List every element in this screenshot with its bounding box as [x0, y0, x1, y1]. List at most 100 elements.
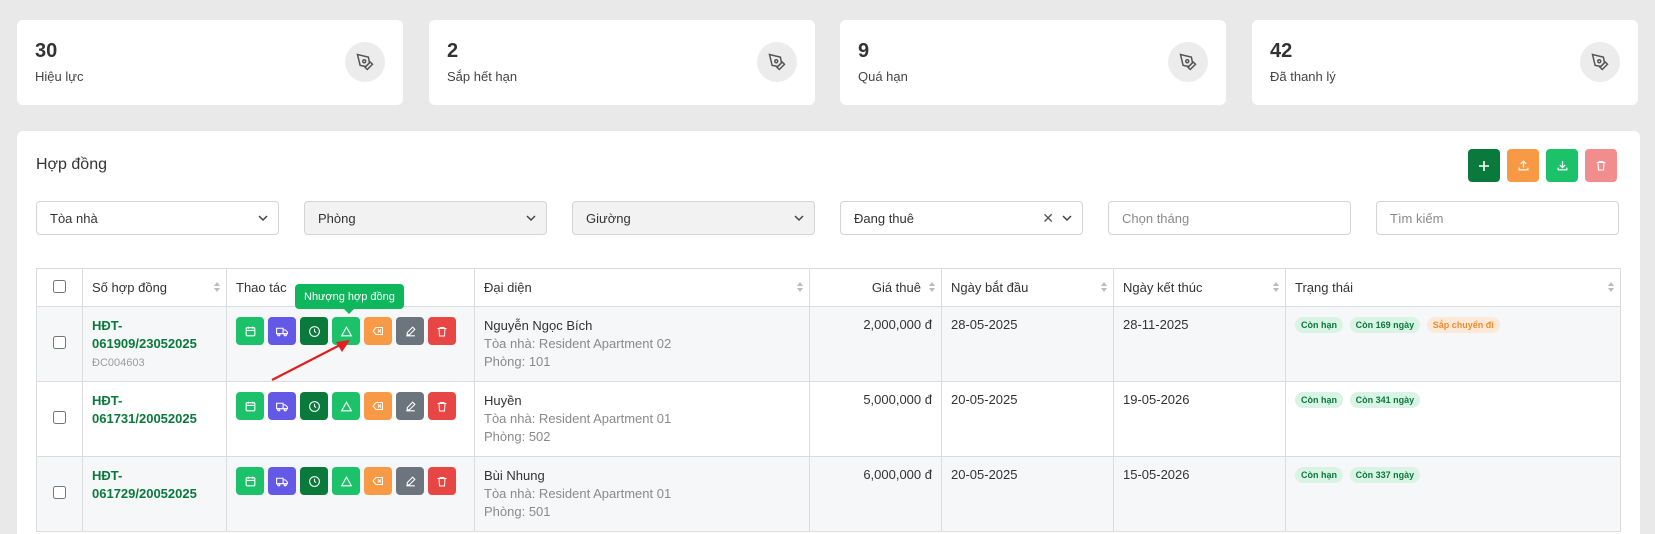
- contract-number-link[interactable]: HĐT-061729/20052025: [92, 467, 217, 503]
- add-contract-button[interactable]: [1468, 149, 1500, 182]
- status-badge: Còn hạn: [1295, 467, 1343, 483]
- actions-cell: [226, 456, 475, 532]
- status-cell: Còn hạn Còn 169 ngày Sắp chuyển đi: [1285, 306, 1621, 382]
- rep-building: Tòa nhà: Resident Apartment 02: [484, 336, 672, 351]
- column-header-end-date[interactable]: Ngày kết thúc: [1113, 268, 1286, 307]
- search-input[interactable]: [1390, 210, 1605, 226]
- row-checkbox[interactable]: [53, 486, 66, 499]
- select-all-cell: [36, 268, 83, 307]
- trash-icon: [437, 476, 447, 486]
- rep-room: Phòng: 101: [484, 354, 551, 369]
- status-badge: Còn hạn: [1295, 317, 1343, 333]
- schedule-button[interactable]: [236, 467, 264, 495]
- bed-select[interactable]: Giường: [572, 201, 815, 235]
- stat-label: Sắp hết hạn: [447, 69, 518, 84]
- column-header-label: Đại diện: [484, 280, 532, 295]
- calendar-icon: [245, 476, 255, 486]
- backspace-icon: [372, 402, 383, 410]
- transfer-contract-button[interactable]: [332, 392, 360, 420]
- column-header-status[interactable]: Trạng thái: [1285, 268, 1621, 307]
- month-input[interactable]: [1122, 210, 1337, 226]
- price-cell: 6,000,000 đ: [809, 456, 942, 532]
- room-select-value: Phòng: [318, 210, 356, 226]
- month-picker[interactable]: [1108, 201, 1351, 235]
- transfer-contract-button[interactable]: [332, 467, 360, 495]
- chevron-down-icon: [794, 215, 804, 222]
- days-left-badge: Còn 169 ngày: [1349, 317, 1421, 333]
- contract-number-link[interactable]: HĐT-061731/20052025: [92, 392, 217, 428]
- backspace-icon: [372, 477, 383, 485]
- sort-icon: [1101, 282, 1107, 292]
- bed-select-value: Giường: [586, 210, 631, 226]
- edit-button[interactable]: [396, 317, 424, 345]
- column-header-label: Số hợp đồng: [92, 280, 168, 295]
- page-title: Hợp đồng: [36, 156, 107, 173]
- column-header-representative[interactable]: Đại diện: [474, 268, 810, 307]
- delete-button[interactable]: [428, 392, 456, 420]
- sort-icon: [1273, 282, 1279, 292]
- extend-button[interactable]: [300, 392, 328, 420]
- status-select[interactable]: Đang thuê ✕: [840, 201, 1083, 235]
- table-row: HĐT-061731/20052025 Huyền Tòa nhà: Resid…: [36, 381, 1621, 457]
- column-header-contract-no[interactable]: Số hợp đồng: [82, 268, 227, 307]
- triangle-icon: [340, 475, 352, 486]
- table-header-row: Số hợp đồng Thao tác Đại diện Giá thuê N…: [36, 268, 1621, 307]
- actions-cell: [226, 381, 475, 457]
- price-cell: 2,000,000 đ: [809, 306, 942, 382]
- table-row: HĐT-061729/20052025 Bùi Nhung Tòa nhà: R…: [36, 456, 1621, 532]
- row-checkbox[interactable]: [53, 411, 66, 424]
- select-all-checkbox[interactable]: [53, 279, 66, 293]
- truck-icon: [276, 477, 288, 486]
- stat-label: Quá hạn: [858, 69, 908, 84]
- representative-cell: Nguyễn Ngọc Bích Tòa nhà: Resident Apart…: [474, 306, 810, 382]
- liquidate-button[interactable]: [364, 392, 392, 420]
- liquidate-button[interactable]: [364, 317, 392, 345]
- clear-icon[interactable]: ✕: [1042, 210, 1054, 227]
- contract-number-link[interactable]: HĐT-061909/23052025: [92, 317, 217, 353]
- clock-icon: [308, 400, 320, 412]
- backspace-icon: [372, 327, 383, 335]
- edit-icon: [405, 325, 416, 336]
- row-checkbox[interactable]: [53, 336, 66, 349]
- upload-button[interactable]: [1507, 149, 1539, 182]
- search-box[interactable]: [1376, 201, 1619, 235]
- stat-label: Hiệu lực: [35, 69, 84, 84]
- sort-icon: [214, 282, 220, 292]
- bulk-delete-button[interactable]: [1585, 149, 1617, 182]
- rep-building: Tòa nhà: Resident Apartment 01: [484, 411, 672, 426]
- stat-value: 2: [447, 40, 459, 62]
- contract-no-cell: HĐT-061731/20052025: [82, 381, 227, 457]
- edit-button[interactable]: [396, 467, 424, 495]
- days-left-badge: Còn 341 ngày: [1349, 392, 1421, 408]
- move-out-button[interactable]: [268, 392, 296, 420]
- stat-card-expiring: 2 Sắp hết hạn: [429, 20, 815, 105]
- stat-value: 9: [858, 40, 870, 62]
- status-cell: Còn hạn Còn 337 ngày: [1285, 456, 1621, 532]
- extend-button[interactable]: [300, 467, 328, 495]
- download-icon: [1557, 161, 1567, 171]
- building-select[interactable]: Tòa nhà: [36, 201, 279, 235]
- move-out-button[interactable]: [268, 467, 296, 495]
- edit-icon: [405, 475, 416, 486]
- column-header-price[interactable]: Giá thuê: [809, 268, 942, 307]
- edit-button[interactable]: [396, 392, 424, 420]
- column-header-label: Trạng thái: [1295, 280, 1354, 295]
- representative-cell: Bùi Nhung Tòa nhà: Resident Apartment 01…: [474, 456, 810, 532]
- pen-nib-icon: [757, 42, 797, 82]
- annotation-arrow: [271, 340, 350, 381]
- row-select-cell: [36, 456, 83, 532]
- delete-button[interactable]: [428, 467, 456, 495]
- row-select-cell: [36, 306, 83, 382]
- price-cell: 5,000,000 đ: [809, 381, 942, 457]
- schedule-button[interactable]: [236, 392, 264, 420]
- triangle-icon: [340, 400, 352, 411]
- column-header-start-date[interactable]: Ngày bắt đầu: [941, 268, 1114, 307]
- delete-button[interactable]: [428, 317, 456, 345]
- stat-card-overdue: 9 Quá hạn: [840, 20, 1226, 105]
- room-select[interactable]: Phòng: [304, 201, 547, 235]
- chevron-down-icon: [1062, 215, 1072, 222]
- chevron-down-icon: [526, 215, 536, 222]
- liquidate-button[interactable]: [364, 467, 392, 495]
- moving-out-badge: Sắp chuyển đi: [1426, 317, 1500, 333]
- download-button[interactable]: [1546, 149, 1578, 182]
